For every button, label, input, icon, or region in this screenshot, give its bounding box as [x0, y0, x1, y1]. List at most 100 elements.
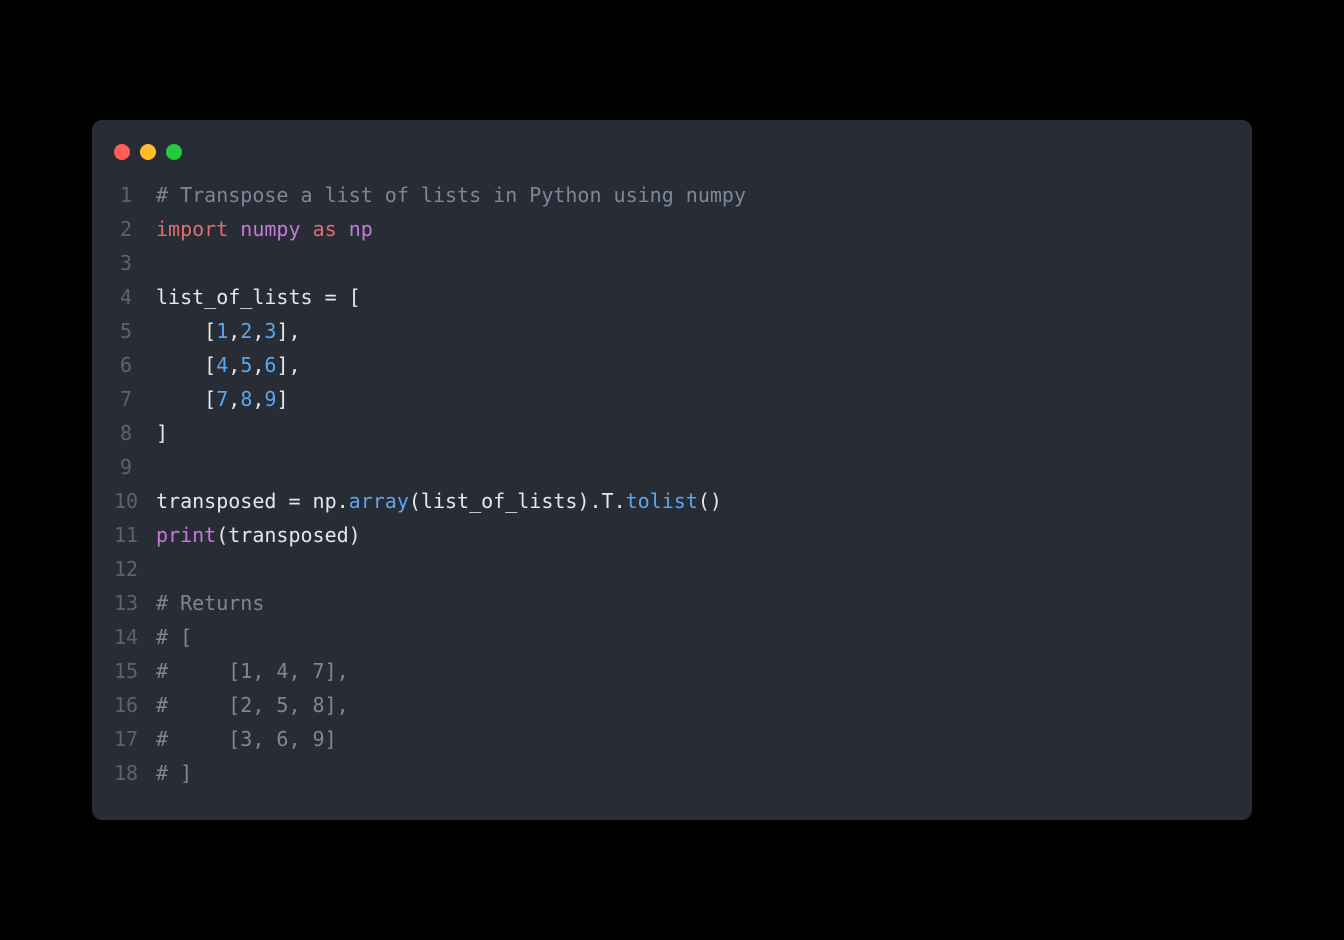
code-content[interactable]: # [3, 6, 9] — [156, 722, 337, 756]
code-line[interactable]: 8] — [114, 416, 1230, 450]
code-content[interactable]: # [ — [156, 620, 192, 654]
token: 2 — [240, 319, 252, 343]
token: ] — [276, 387, 288, 411]
token: [ — [337, 285, 361, 309]
token: # [ — [156, 625, 192, 649]
token: , — [252, 319, 264, 343]
token: (list_of_lists). — [409, 489, 602, 513]
line-number: 13 — [114, 586, 156, 620]
token: tolist — [626, 489, 698, 513]
code-content[interactable]: list_of_lists = [ — [156, 280, 361, 314]
token: , — [252, 353, 264, 377]
code-content[interactable]: # ] — [156, 756, 192, 790]
token: np — [301, 489, 337, 513]
minimize-icon[interactable] — [140, 144, 156, 160]
token: 8 — [240, 387, 252, 411]
token — [337, 217, 349, 241]
code-line[interactable]: 12 — [114, 552, 1230, 586]
token: ], — [276, 319, 300, 343]
code-line[interactable]: 7 [7,8,9] — [114, 382, 1230, 416]
code-line[interactable]: 6 [4,5,6], — [114, 348, 1230, 382]
code-line[interactable]: 15# [1, 4, 7], — [114, 654, 1230, 688]
token: # [1, 4, 7], — [156, 659, 349, 683]
line-number: 3 — [114, 246, 156, 280]
token: 7 — [216, 387, 228, 411]
code-line[interactable]: 17# [3, 6, 9] — [114, 722, 1230, 756]
token: 9 — [264, 387, 276, 411]
code-content[interactable]: # [1, 4, 7], — [156, 654, 349, 688]
token: [ — [156, 387, 216, 411]
code-content[interactable]: # Returns — [156, 586, 264, 620]
token: # Returns — [156, 591, 264, 615]
token: # ] — [156, 761, 192, 785]
line-number: 8 — [114, 416, 156, 450]
token: 5 — [240, 353, 252, 377]
token — [301, 217, 313, 241]
code-area[interactable]: 1# Transpose a list of lists in Python u… — [92, 178, 1252, 790]
token — [228, 217, 240, 241]
token: print — [156, 523, 216, 547]
line-number: 15 — [114, 654, 156, 688]
code-content[interactable]: # [2, 5, 8], — [156, 688, 349, 722]
line-number: 6 — [114, 348, 156, 382]
token: = — [288, 489, 300, 513]
code-line[interactable]: 18# ] — [114, 756, 1230, 790]
token: = — [325, 285, 337, 309]
token: as — [313, 217, 337, 241]
line-number: 2 — [114, 212, 156, 246]
token: , — [228, 353, 240, 377]
code-line[interactable]: 13# Returns — [114, 586, 1230, 620]
line-number: 14 — [114, 620, 156, 654]
code-content[interactable] — [156, 552, 168, 586]
code-content[interactable] — [156, 246, 168, 280]
line-number: 1 — [114, 178, 156, 212]
token: , — [252, 387, 264, 411]
code-line[interactable]: 14# [ — [114, 620, 1230, 654]
code-line[interactable]: 16# [2, 5, 8], — [114, 688, 1230, 722]
token: (transposed) — [216, 523, 361, 547]
token: () — [698, 489, 722, 513]
code-content[interactable]: transposed = np.array(list_of_lists).T.t… — [156, 484, 722, 518]
token: 1 — [216, 319, 228, 343]
token: np — [349, 217, 373, 241]
token: # [2, 5, 8], — [156, 693, 349, 717]
token: , — [228, 387, 240, 411]
code-content[interactable]: print(transposed) — [156, 518, 361, 552]
code-content[interactable]: ] — [156, 416, 168, 450]
token: 3 — [264, 319, 276, 343]
code-content[interactable]: [1,2,3], — [156, 314, 301, 348]
token: . — [337, 489, 349, 513]
token: # Transpose a list of lists in Python us… — [156, 183, 746, 207]
token: . — [614, 489, 626, 513]
token: transposed — [156, 489, 288, 513]
code-content[interactable]: [4,5,6], — [156, 348, 301, 382]
code-line[interactable]: 9 — [114, 450, 1230, 484]
line-number: 5 — [114, 314, 156, 348]
line-number: 17 — [114, 722, 156, 756]
code-line[interactable]: 5 [1,2,3], — [114, 314, 1230, 348]
close-icon[interactable] — [114, 144, 130, 160]
line-number: 18 — [114, 756, 156, 790]
line-number: 4 — [114, 280, 156, 314]
code-content[interactable]: [7,8,9] — [156, 382, 289, 416]
code-line[interactable]: 3 — [114, 246, 1230, 280]
code-line[interactable]: 2import numpy as np — [114, 212, 1230, 246]
code-line[interactable]: 11print(transposed) — [114, 518, 1230, 552]
code-line[interactable]: 4list_of_lists = [ — [114, 280, 1230, 314]
zoom-icon[interactable] — [166, 144, 182, 160]
line-number: 16 — [114, 688, 156, 722]
line-number: 12 — [114, 552, 156, 586]
code-content[interactable]: import numpy as np — [156, 212, 373, 246]
token: ] — [156, 421, 168, 445]
token: import — [156, 217, 228, 241]
code-line[interactable]: 10transposed = np.array(list_of_lists).T… — [114, 484, 1230, 518]
window-titlebar — [92, 144, 1252, 178]
token: 4 — [216, 353, 228, 377]
token: , — [228, 319, 240, 343]
token: list_of_lists — [156, 285, 325, 309]
code-content[interactable]: # Transpose a list of lists in Python us… — [156, 178, 746, 212]
code-line[interactable]: 1# Transpose a list of lists in Python u… — [114, 178, 1230, 212]
code-window: 1# Transpose a list of lists in Python u… — [92, 120, 1252, 820]
code-content[interactable] — [156, 450, 168, 484]
token: # [3, 6, 9] — [156, 727, 337, 751]
